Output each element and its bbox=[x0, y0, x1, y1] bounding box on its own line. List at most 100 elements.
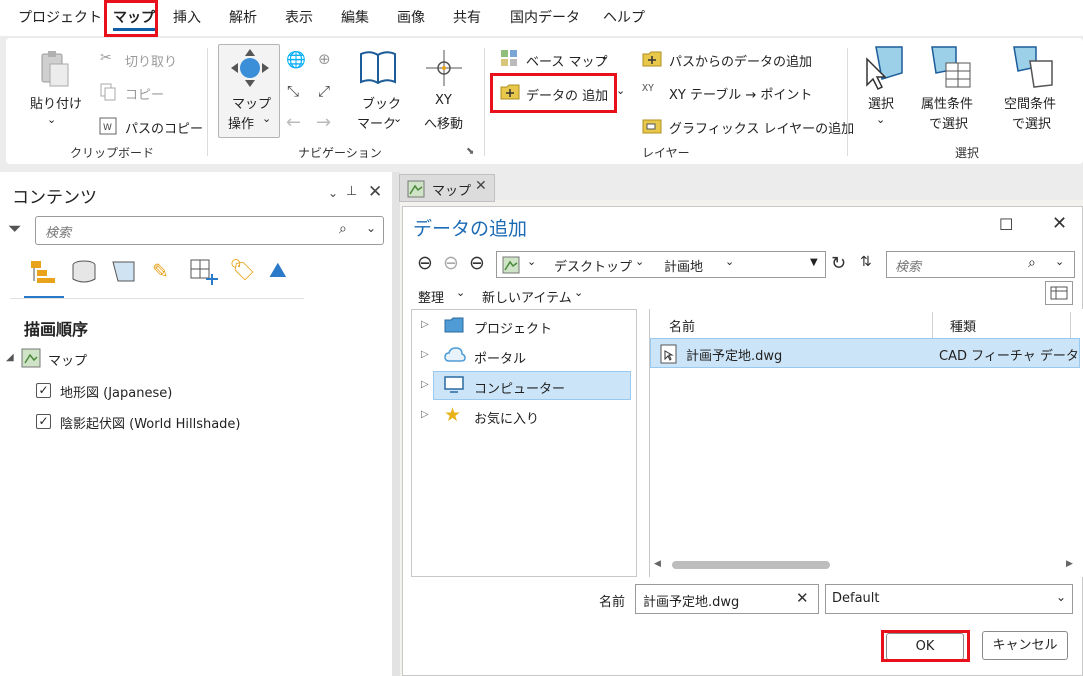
goto-xy-label-1[interactable]: XY bbox=[435, 93, 452, 108]
dialog-search-icon[interactable]: ⌕ bbox=[1028, 255, 1036, 271]
map-expand-icon[interactable]: ◢ bbox=[6, 352, 14, 363]
list-by-source-icon[interactable] bbox=[70, 259, 98, 285]
copy-path-button[interactable]: パスのコピー bbox=[125, 118, 203, 137]
organize-chevron-icon[interactable]: ⌄ bbox=[456, 286, 465, 299]
copy-button[interactable]: コピー bbox=[125, 84, 164, 103]
explore-chevron-icon[interactable]: ⌄ bbox=[262, 112, 271, 125]
add-data-from-path-button[interactable]: パスからのデータの追加 bbox=[669, 51, 812, 70]
filter-icon[interactable]: ⏷ bbox=[8, 219, 22, 239]
menu-edit[interactable]: 編集 bbox=[341, 7, 369, 27]
select-by-location-label-2[interactable]: で選択 bbox=[1012, 113, 1051, 132]
menu-share[interactable]: 共有 bbox=[453, 7, 481, 27]
refresh-icon[interactable]: ↻ bbox=[831, 253, 846, 274]
goto-xy-label-2[interactable]: へ移動 bbox=[424, 113, 463, 132]
dialog-search-chevron-icon[interactable]: ⌄ bbox=[1055, 255, 1064, 268]
bookmark-label-2[interactable]: マーク bbox=[357, 113, 396, 132]
tree-item-project[interactable]: プロジェクト bbox=[474, 318, 552, 337]
tree-item-portal[interactable]: ポータル bbox=[474, 348, 526, 367]
menu-imagery[interactable]: 画像 bbox=[397, 7, 425, 27]
maximize-icon[interactable]: ☐ bbox=[999, 215, 1013, 234]
search-icon[interactable]: ⌕ bbox=[339, 221, 347, 237]
up-icon[interactable]: ⊖ bbox=[469, 252, 485, 274]
filter-select[interactable]: Default ⌄ bbox=[825, 584, 1073, 614]
path-chevron-icon[interactable]: ⌄ bbox=[725, 255, 734, 268]
cut-button[interactable]: 切り取り bbox=[125, 51, 177, 70]
menu-insert[interactable]: 挿入 bbox=[173, 7, 201, 27]
paste-chevron-icon[interactable]: ⌄ bbox=[47, 113, 56, 126]
sort-icon[interactable]: ⇅ bbox=[860, 254, 872, 270]
list-by-selection-icon[interactable] bbox=[110, 259, 138, 285]
layer-hillshade-label[interactable]: 陰影起伏図 (World Hillshade) bbox=[60, 413, 241, 432]
select-button-label[interactable]: 選択 bbox=[868, 93, 894, 112]
back-arrow-icon[interactable]: ← bbox=[286, 112, 301, 133]
clear-name-icon[interactable]: ✕ bbox=[796, 589, 809, 607]
select-icon[interactable] bbox=[862, 45, 904, 91]
layer-topo-label[interactable]: 地形図 (Japanese) bbox=[60, 382, 172, 401]
zoom-in-fixed-icon[interactable]: ⤡ bbox=[287, 82, 299, 100]
list-by-perspective-icon[interactable]: ⛰ bbox=[269, 258, 287, 283]
list-by-drawing-order-icon[interactable] bbox=[29, 259, 57, 285]
basemap-button[interactable]: ベース マップ bbox=[526, 51, 607, 70]
view-toggle-icon[interactable] bbox=[1045, 281, 1073, 305]
path-desktop[interactable]: デスクトップ bbox=[554, 256, 632, 275]
menu-project[interactable]: プロジェクト bbox=[18, 7, 102, 27]
close-pane-icon[interactable]: ✕ bbox=[368, 182, 382, 202]
basemap-chevron-icon[interactable]: ⌄ bbox=[600, 50, 609, 63]
fixed-zoom-icon[interactable]: ⊕ bbox=[318, 50, 331, 68]
select-by-attributes-icon[interactable] bbox=[930, 45, 972, 91]
add-graphics-layer-button[interactable]: グラフィックス レイヤーの追加 bbox=[669, 118, 854, 137]
full-extent-icon[interactable]: 🌐 bbox=[286, 50, 306, 69]
organize-menu[interactable]: 整理 bbox=[418, 287, 444, 306]
layer-topo-checkbox[interactable]: ✓ bbox=[36, 383, 51, 398]
tree-item-computer[interactable]: コンピューター bbox=[474, 378, 565, 397]
list-by-labeling-icon[interactable]: 🏷 bbox=[229, 258, 256, 283]
tab-map[interactable]: マップ ✕ bbox=[399, 174, 495, 202]
column-header-name[interactable]: 名前 bbox=[669, 316, 695, 335]
add-data-chevron-icon[interactable]: ⌄ bbox=[616, 84, 625, 97]
zoom-out-fixed-icon[interactable]: ⤢ bbox=[318, 82, 330, 100]
bookmark-chevron-icon[interactable]: ⌄ bbox=[393, 112, 402, 125]
dialog-close-icon[interactable]: ✕ bbox=[1052, 213, 1067, 234]
menu-view[interactable]: 表示 bbox=[285, 7, 313, 27]
tree-expand-icon[interactable]: ▷ bbox=[421, 409, 429, 420]
paste-button-label[interactable]: 貼り付け bbox=[30, 93, 82, 112]
new-item-menu[interactable]: 新しいアイテム bbox=[482, 287, 572, 306]
forward-icon[interactable]: ⊖ bbox=[443, 252, 459, 274]
list-by-editing-icon[interactable]: ✎ bbox=[152, 259, 169, 283]
list-by-snapping-icon[interactable] bbox=[189, 258, 219, 286]
column-divider[interactable] bbox=[932, 312, 933, 338]
path-bar[interactable]: ⌄ デスクトップ ⌄ 計画地 ⌄ ▼ bbox=[496, 251, 826, 278]
scroll-left-icon[interactable]: ◀ bbox=[654, 559, 661, 569]
tree-expand-icon[interactable]: ▷ bbox=[421, 349, 429, 360]
menu-analysis[interactable]: 解析 bbox=[229, 7, 257, 27]
layer-hillshade-checkbox[interactable]: ✓ bbox=[36, 414, 51, 429]
select-by-location-label-1[interactable]: 空間条件 bbox=[1004, 93, 1056, 112]
back-icon[interactable]: ⊖ bbox=[417, 252, 433, 274]
cancel-button[interactable]: キャンセル bbox=[982, 631, 1068, 660]
path-history-dropdown-icon[interactable]: ▼ bbox=[810, 257, 818, 268]
column-divider[interactable] bbox=[1070, 312, 1071, 338]
new-item-chevron-icon[interactable]: ⌄ bbox=[574, 286, 583, 299]
path-chevron-icon[interactable]: ⌄ bbox=[527, 255, 536, 268]
pane-splitter[interactable] bbox=[392, 172, 400, 676]
tree-expand-icon[interactable]: ▷ bbox=[421, 319, 429, 330]
forward-arrow-icon[interactable]: → bbox=[316, 112, 331, 133]
horizontal-scrollbar-thumb[interactable] bbox=[672, 561, 830, 569]
goto-xy-icon[interactable] bbox=[424, 48, 464, 88]
close-tab-icon[interactable]: ✕ bbox=[475, 178, 487, 194]
column-header-type[interactable]: 種類 bbox=[950, 316, 976, 335]
select-by-location-icon[interactable] bbox=[1012, 45, 1056, 91]
tree-expand-icon[interactable]: ▷ bbox=[421, 379, 429, 390]
path-chevron-icon[interactable]: ⌄ bbox=[635, 255, 644, 268]
file-row[interactable]: 計画予定地.dwg CAD フィーチャ データセ bbox=[650, 338, 1080, 368]
dialog-launcher-icon[interactable]: ⬊ bbox=[466, 146, 474, 157]
name-field[interactable]: 計画予定地.dwg ✕ bbox=[635, 584, 819, 614]
select-chevron-icon[interactable]: ⌄ bbox=[876, 113, 885, 126]
xy-table-button[interactable]: XY テーブル → ポイント bbox=[669, 84, 812, 103]
bookmark-label-1[interactable]: ブック bbox=[362, 93, 401, 112]
select-by-attributes-label-1[interactable]: 属性条件 bbox=[921, 93, 973, 112]
scroll-right-icon[interactable]: ▶ bbox=[1066, 559, 1073, 569]
path-keikakuchi[interactable]: 計画地 bbox=[664, 256, 703, 275]
pin-icon[interactable]: ⊥ bbox=[346, 184, 357, 199]
map-node-label[interactable]: マップ bbox=[48, 350, 87, 369]
